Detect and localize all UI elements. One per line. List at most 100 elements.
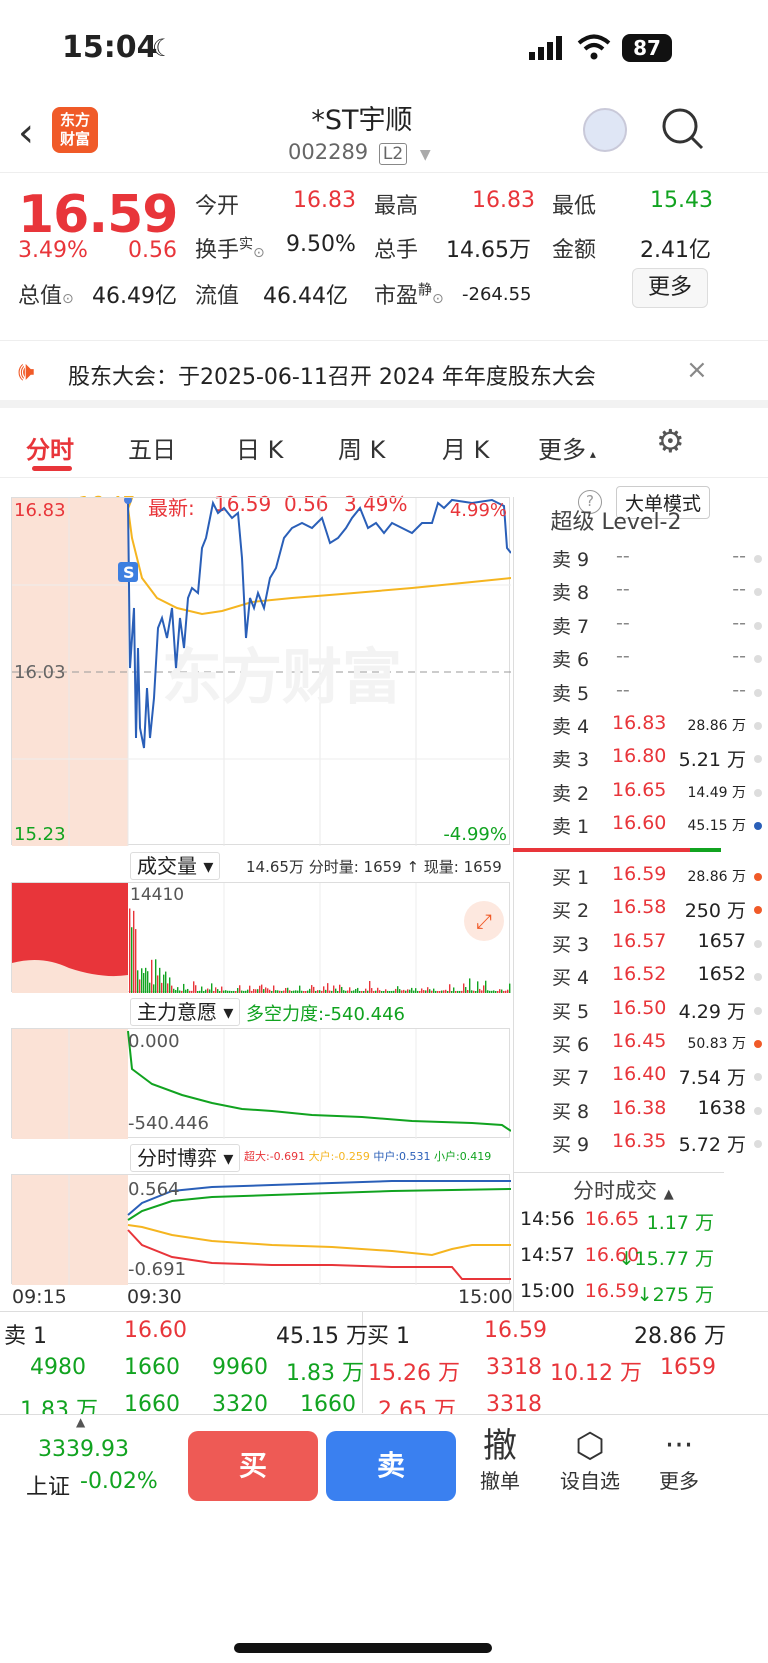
- tab-more[interactable]: 更多 ▴: [538, 430, 596, 465]
- bid-row[interactable]: 买 3 16.57 1657: [552, 930, 762, 960]
- volume-bar: [199, 990, 201, 993]
- volume-indicator-select[interactable]: 成交量 ▾: [130, 850, 221, 880]
- volume-bar: [415, 988, 417, 993]
- tab-daily-k[interactable]: 日 K: [236, 430, 283, 465]
- stock-code: 002289: [288, 140, 369, 164]
- notice-bar[interactable]: 🕪 股东大会：于2025-06-11召开 2024 年年度股东大会 ×: [0, 340, 768, 408]
- ask-row[interactable]: 卖 5 -- --: [552, 679, 762, 709]
- volume-bar: [507, 989, 509, 993]
- index-value[interactable]: 3339.93: [38, 1437, 129, 1462]
- volume-bar: [373, 990, 375, 993]
- buy-button[interactable]: 买: [188, 1431, 318, 1501]
- main-force-chart[interactable]: 0.000 -540.446: [11, 1028, 512, 1139]
- float-value: 46.44亿: [263, 284, 348, 309]
- ask-volume: 14.49 万: [687, 784, 746, 801]
- ask-row[interactable]: 卖 3 16.80 5.21 万: [552, 745, 762, 775]
- volume-bar: [413, 990, 415, 993]
- info-icon[interactable]: ⊙: [432, 291, 444, 307]
- volume-bar: [343, 990, 345, 993]
- gear-icon[interactable]: ⚙: [656, 422, 685, 460]
- volume-bar: [133, 910, 135, 993]
- trade-price: 16.65: [584, 1208, 640, 1230]
- info-icon[interactable]: ⊙: [253, 245, 265, 261]
- tab-monthly-k[interactable]: 月 K: [442, 430, 489, 465]
- volume-bar: [419, 990, 421, 993]
- info-icon[interactable]: ⊙: [62, 291, 74, 307]
- volume-bar: [273, 985, 275, 993]
- change-value: 0.56: [128, 238, 177, 263]
- volume-chart[interactable]: 14410 ⤢: [11, 882, 511, 993]
- volume-bar: [381, 990, 383, 993]
- bid-row[interactable]: 买 4 16.52 1652: [552, 963, 762, 993]
- volume-bar: [401, 990, 403, 993]
- bid-price: 16.50: [612, 996, 667, 1019]
- assistant-robot-icon[interactable]: [583, 108, 627, 152]
- volume-bar: [131, 927, 133, 993]
- order-dot-icon: [754, 722, 762, 730]
- bid-row[interactable]: 买 8 16.38 1638: [552, 1097, 762, 1127]
- orderbook-title[interactable]: 超级 Level-2: [514, 504, 718, 536]
- close-icon[interactable]: ×: [686, 355, 708, 385]
- cancel-order-button[interactable]: 撤 撤单: [465, 1427, 535, 1494]
- ask-row[interactable]: 卖 9 -- --: [552, 545, 762, 575]
- volume-bar: [423, 990, 425, 993]
- expand-icon[interactable]: ⤢: [464, 901, 504, 941]
- ask-row[interactable]: 卖 7 -- --: [552, 612, 762, 642]
- volume-bar: [385, 989, 387, 993]
- bid-price: 16.58: [612, 896, 667, 919]
- ask-row[interactable]: 卖 4 16.83 28.86 万: [552, 712, 762, 742]
- bid-row[interactable]: 买 2 16.58 250 万: [552, 896, 762, 926]
- ask-row[interactable]: 卖 1 16.60 45.15 万: [552, 812, 762, 842]
- ask-row[interactable]: 卖 8 -- --: [552, 578, 762, 608]
- trade-row: 15:00 16.59 ↓275 万: [520, 1280, 720, 1306]
- more-button[interactable]: 更多: [632, 268, 708, 308]
- volume-bar: [145, 967, 147, 993]
- volume-bar: [475, 990, 477, 993]
- volume-bar: [439, 990, 441, 993]
- add-watchlist-button[interactable]: ⬡ 设自选: [555, 1427, 625, 1494]
- game-select[interactable]: 分时博弈 ▾: [130, 1142, 241, 1172]
- volume-bar: [339, 984, 341, 993]
- volume-bar: [135, 929, 137, 993]
- chevron-up-icon[interactable]: ▲: [76, 1415, 85, 1429]
- divider: [0, 172, 768, 173]
- order-dot-icon: [754, 1073, 762, 1082]
- bid-row[interactable]: 买 9 16.35 5.72 万: [552, 1130, 762, 1160]
- bid-level-label: 买 5: [552, 1000, 590, 1023]
- bid-volume: 7.54 万: [678, 1067, 746, 1090]
- stock-code-row[interactable]: 002289 L2 ▼: [288, 140, 431, 165]
- volume-bar: [233, 990, 235, 993]
- ask-volume: --: [732, 578, 746, 601]
- tab-weekly-k[interactable]: 周 K: [338, 430, 385, 465]
- sell-button[interactable]: 卖: [326, 1431, 456, 1501]
- volume-bar: [235, 990, 237, 993]
- bid-row[interactable]: 买 5 16.50 4.29 万: [552, 997, 762, 1027]
- bid-row[interactable]: 买 1 16.59 28.86 万: [552, 863, 762, 893]
- main-force-select[interactable]: 主力意愿 ▾: [130, 996, 241, 1026]
- low-value: 15.43: [650, 188, 713, 213]
- search-icon[interactable]: [660, 106, 706, 156]
- volume-bar: [357, 987, 359, 993]
- volume-bar: [305, 990, 307, 993]
- queue-sell-item: 9960: [212, 1355, 268, 1380]
- volume-bar: [247, 989, 249, 993]
- ask-row[interactable]: 卖 6 -- --: [552, 645, 762, 675]
- volume-bar: [159, 967, 161, 993]
- bottom-toolbar: ▲ 3339.93 上证 -0.02% 买 卖 撤 撤单 ⬡ 设自选 ··· 更…: [0, 1414, 768, 1663]
- more-menu-button[interactable]: ··· 更多: [644, 1427, 714, 1494]
- hexagon-icon: ⬡: [575, 1426, 605, 1466]
- bid-row[interactable]: 买 7 16.40 7.54 万: [552, 1063, 762, 1093]
- price-axis-top: 16.83: [14, 500, 66, 521]
- tab-intraday[interactable]: 分时: [26, 430, 74, 465]
- volume-bar: [129, 908, 131, 993]
- order-dot-icon: [754, 555, 762, 563]
- game-bottom: -0.691: [128, 1259, 187, 1280]
- ask-row[interactable]: 卖 2 16.65 14.49 万: [552, 779, 762, 809]
- trades-title[interactable]: 分时成交 ▲: [573, 1175, 674, 1205]
- tab-five-day[interactable]: 五日: [128, 430, 176, 465]
- price-chart[interactable]: 东方财富 S 16.83 16.03 15.23 4.99% -4.99%: [11, 496, 512, 846]
- game-chart[interactable]: 0.564 -0.691: [11, 1174, 512, 1285]
- bid-row[interactable]: 买 6 16.45 50.83 万: [552, 1030, 762, 1060]
- queue-buy-price: 16.59: [484, 1318, 547, 1343]
- volume-bar: [251, 990, 253, 993]
